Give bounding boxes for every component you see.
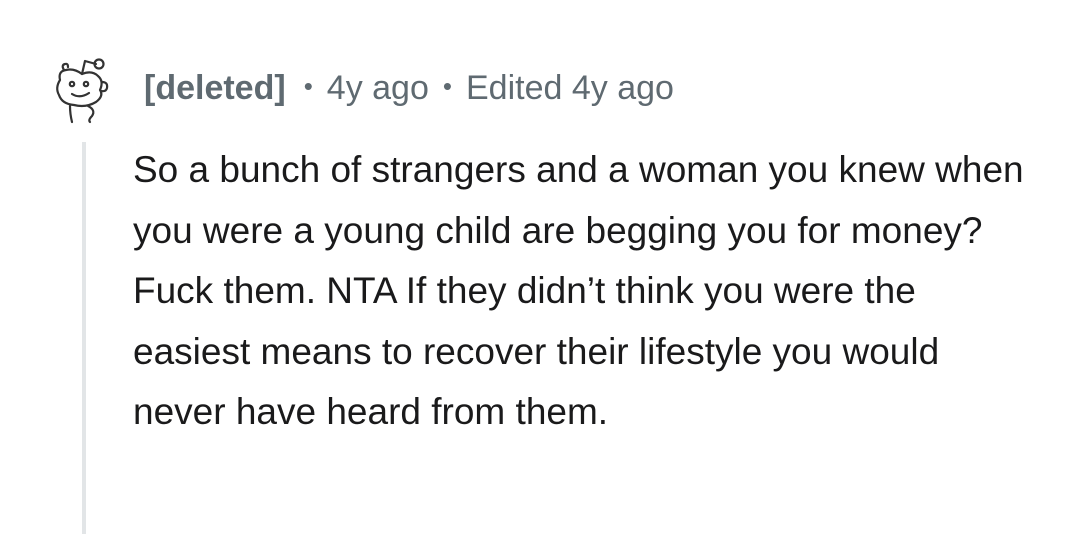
meta-separator: • bbox=[442, 70, 452, 101]
author-name[interactable]: [deleted] bbox=[144, 69, 286, 108]
snoo-avatar-icon[interactable] bbox=[52, 52, 116, 124]
comment-body: So a bunch of strangers and a woman you … bbox=[133, 149, 1024, 432]
edited-label: Edited 4y ago bbox=[466, 68, 674, 107]
comment-age: 4y ago bbox=[326, 68, 429, 107]
meta-separator: • bbox=[303, 70, 313, 101]
thread-collapse-line[interactable] bbox=[82, 142, 86, 534]
comment-meta: [deleted] • 4y ago • Edited 4y ago bbox=[144, 66, 674, 110]
